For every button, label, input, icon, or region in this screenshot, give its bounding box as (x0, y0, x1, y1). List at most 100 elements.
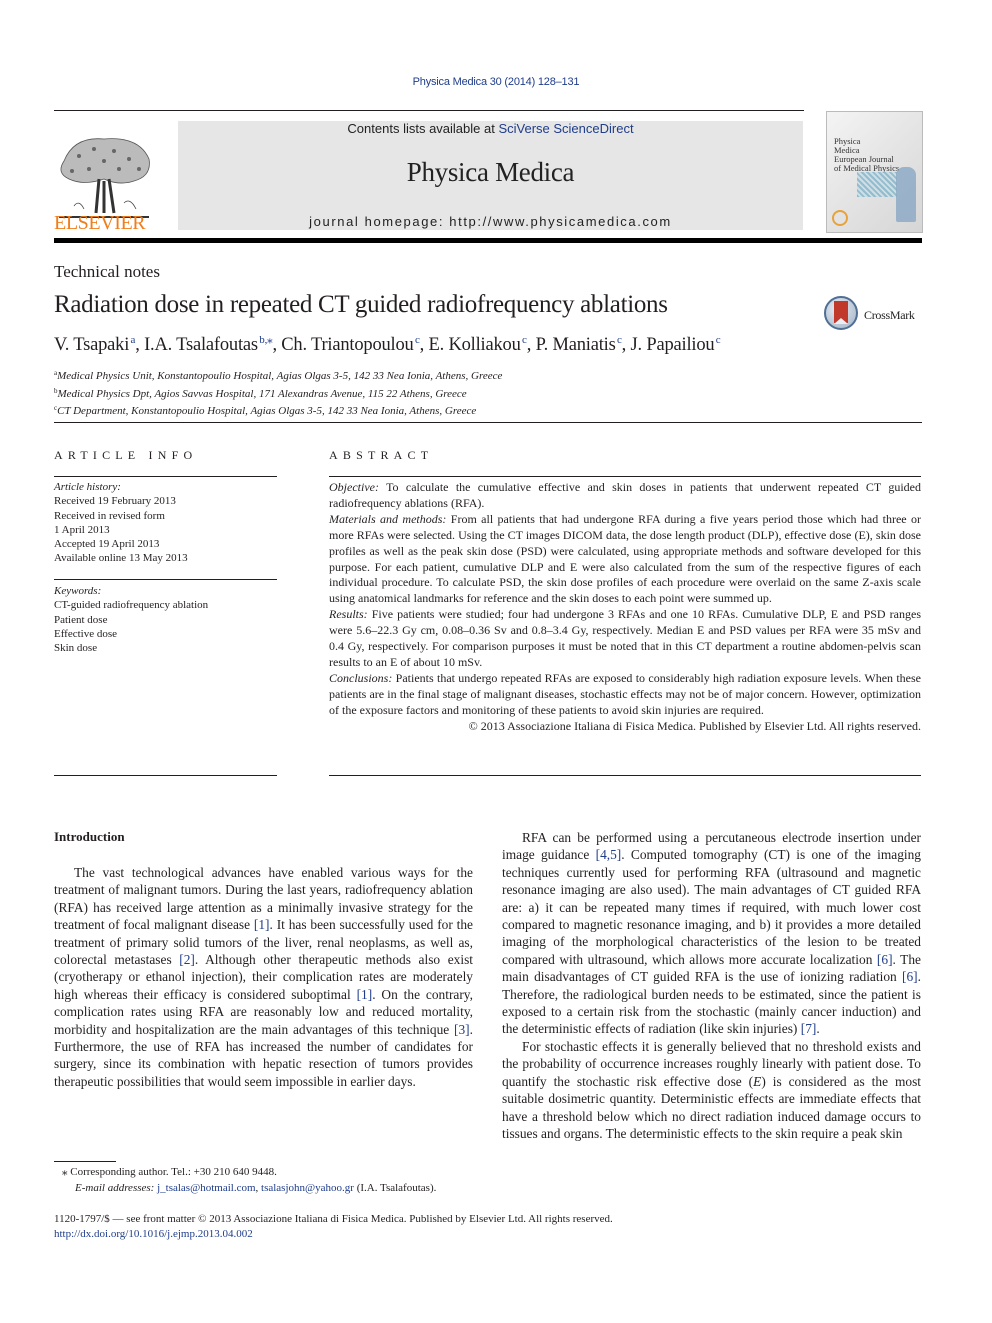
footnote-rule (54, 1161, 116, 1162)
history-label: Article history: (54, 481, 121, 493)
email-suffix: (I.A. Tsalafoutas). (353, 1181, 437, 1194)
body-column-right: RFA can be performed using a percutaneou… (502, 829, 921, 1142)
cover-title: Physica Medica European Journal of Medic… (834, 137, 899, 173)
journal-homepage[interactable]: journal homepage: http://www.physicamedi… (178, 214, 803, 229)
email-link[interactable]: tsalasjohn@yahoo.gr (261, 1182, 354, 1194)
citation-ref[interactable]: [2] (179, 952, 195, 967)
keyword: Effective dose (54, 627, 118, 640)
text-run: . Computed tomography (CT) is one of the… (502, 847, 922, 967)
divider (54, 476, 277, 477)
article-info: Article history: Received 19 February 20… (54, 480, 276, 566)
section-type: Technical notes (54, 262, 160, 281)
author-name[interactable]: P. Maniatis (536, 335, 616, 355)
abstract-text: To calculate the cumulative effective an… (329, 480, 921, 510)
abstract-label: Results: (329, 607, 368, 622)
header-thick-rule (54, 238, 922, 243)
abstract-text: Patients that undergo repeated RFAs are … (329, 670, 921, 717)
journal-name: Physica Medica (406, 157, 575, 187)
author-name[interactable]: Ch. Triantopoulou (281, 335, 413, 355)
affiliation: cCT Department, Konstantopoulio Hospital… (54, 401, 502, 419)
corresponding-author: ⁎ Corresponding author. Tel.: +30 210 64… (62, 1166, 277, 1178)
author-affil-sup[interactable]: c (716, 334, 721, 346)
cover-human-figure (896, 167, 916, 222)
divider (329, 476, 921, 477)
author-affil-sup[interactable]: a (131, 334, 136, 346)
keyword: CT-guided radiofrequency ablation (54, 599, 209, 612)
header-rule (54, 110, 804, 111)
abstract-methods: Materials and methods: From all patients… (329, 512, 921, 607)
keyword: Patient dose (54, 613, 108, 626)
author-affil-sup[interactable]: c (522, 334, 527, 346)
author-affil-sup[interactable]: c (415, 334, 420, 346)
citation-ref[interactable]: [3] (454, 1022, 470, 1037)
keywords-label: Keywords: (54, 585, 102, 597)
crossmark-label: CrossMark (864, 308, 915, 322)
citation-ref[interactable]: [1] (357, 987, 373, 1002)
paragraph: For stochastic effects it is generally b… (502, 1038, 921, 1142)
author-name[interactable]: V. Tsapaki (54, 335, 129, 355)
history-item: Received 19 February 2013 (54, 495, 176, 508)
author-affil-sup[interactable]: b,⁎ (259, 334, 272, 346)
history-item: Received in revised form (54, 509, 165, 522)
affil-text: Medical Physics Dpt, Agios Savvas Hospit… (57, 387, 467, 400)
history-item: Accepted 19 April 2013 (54, 538, 160, 551)
author-affil-sup[interactable]: c (617, 334, 622, 346)
article-info-heading: ARTICLE INFO (54, 448, 198, 462)
crossmark-button[interactable]: CrossMark (824, 296, 924, 336)
divider (54, 579, 277, 580)
keywords: Keywords: CT-guided radiofrequency ablat… (54, 584, 276, 655)
abstract-copyright: © 2013 Associazione Italiana di Fisica M… (468, 718, 921, 733)
citation-ref[interactable]: [4,5] (596, 847, 622, 862)
sciencedirect-link[interactable]: SciVerse ScienceDirect (498, 121, 633, 136)
abstract-label: Materials and methods: (329, 511, 447, 526)
email-label: E-mail addresses: (75, 1181, 155, 1194)
divider (54, 422, 922, 423)
front-matter: 1120-1797/$ — see front matter © 2013 As… (54, 1213, 613, 1225)
affil-text: CT Department, Konstantopoulio Hospital,… (57, 405, 477, 417)
journal-cover-thumbnail[interactable]: Physica Medica European Journal of Medic… (826, 111, 923, 233)
paragraph: RFA can be performed using a percutaneou… (502, 829, 921, 1038)
page-footer: 1120-1797/$ — see front matter © 2013 As… (54, 1212, 613, 1242)
affiliations: aMedical Physics Unit, Konstantopoulio H… (54, 366, 502, 419)
abstract-body: Objective: To calculate the cumulative e… (329, 480, 921, 735)
email-link[interactable]: j_tsalas@hotmail.com (157, 1182, 255, 1194)
doi-link[interactable]: http://dx.doi.org/10.1016/j.ejmp.2013.04… (54, 1227, 613, 1242)
journal-banner: Contents lists available at SciVerse Sci… (178, 121, 803, 230)
author-list: V. Tsapaki a, I.A. Tsalafoutas b,⁎, Ch. … (54, 334, 721, 355)
paragraph: The vast technological advances have ena… (54, 864, 473, 1090)
contents-line: Contents lists available at SciVerse Sci… (178, 121, 803, 136)
citation-ref[interactable]: [6] (902, 969, 918, 984)
abstract-conclusions: Conclusions: Patients that undergo repea… (329, 671, 921, 719)
abstract-results: Results: Five patients were studied; fou… (329, 607, 921, 671)
keyword: Skin dose (54, 642, 98, 655)
abstract-heading: ABSTRACT (329, 448, 434, 462)
journal-citation[interactable]: Physica Medica 30 (2014) 128–131 (0, 76, 992, 88)
body-column-left: The vast technological advances have ena… (54, 864, 473, 1090)
cover-graphic (857, 172, 897, 197)
author-name[interactable]: I.A. Tsalafoutas (144, 335, 258, 355)
history-item: Available online 13 May 2013 (54, 552, 188, 565)
abstract-label: Conclusions: (329, 670, 393, 685)
cover-badge-icon (832, 210, 848, 226)
introduction-heading: Introduction (54, 829, 125, 844)
citation-ref[interactable]: [7] (801, 1021, 817, 1036)
email-line: E-mail addresses: j_tsalas@hotmail.com, … (75, 1181, 437, 1194)
article-title: Radiation dose in repeated CT guided rad… (54, 291, 668, 318)
affiliation: bMedical Physics Dpt, Agios Savvas Hospi… (54, 384, 502, 402)
citation-ref[interactable]: [6] (877, 952, 893, 967)
footnote: ⁎ Corresponding author. Tel.: +30 210 64… (62, 1165, 436, 1196)
contents-prefix: Contents lists available at (347, 121, 499, 136)
elsevier-wordmark: ELSEVIER (54, 212, 146, 234)
text-run: . (816, 1021, 820, 1037)
history-item: 1 April 2013 (54, 523, 110, 536)
abstract-text: Five patients were studied; four had und… (329, 607, 921, 669)
author-name[interactable]: E. Kolliakou (429, 335, 521, 355)
affiliation: aMedical Physics Unit, Konstantopoulio H… (54, 366, 502, 384)
affil-text: Medical Physics Unit, Konstantopoulio Ho… (57, 370, 503, 382)
crossmark-ribbon-icon (834, 301, 848, 324)
citation-ref[interactable]: [1] (254, 917, 270, 932)
divider (54, 775, 277, 776)
abstract-objective: Objective: To calculate the cumulative e… (329, 480, 921, 512)
author-name[interactable]: J. Papailiou (631, 335, 715, 355)
abstract-label: Objective: (329, 480, 379, 494)
